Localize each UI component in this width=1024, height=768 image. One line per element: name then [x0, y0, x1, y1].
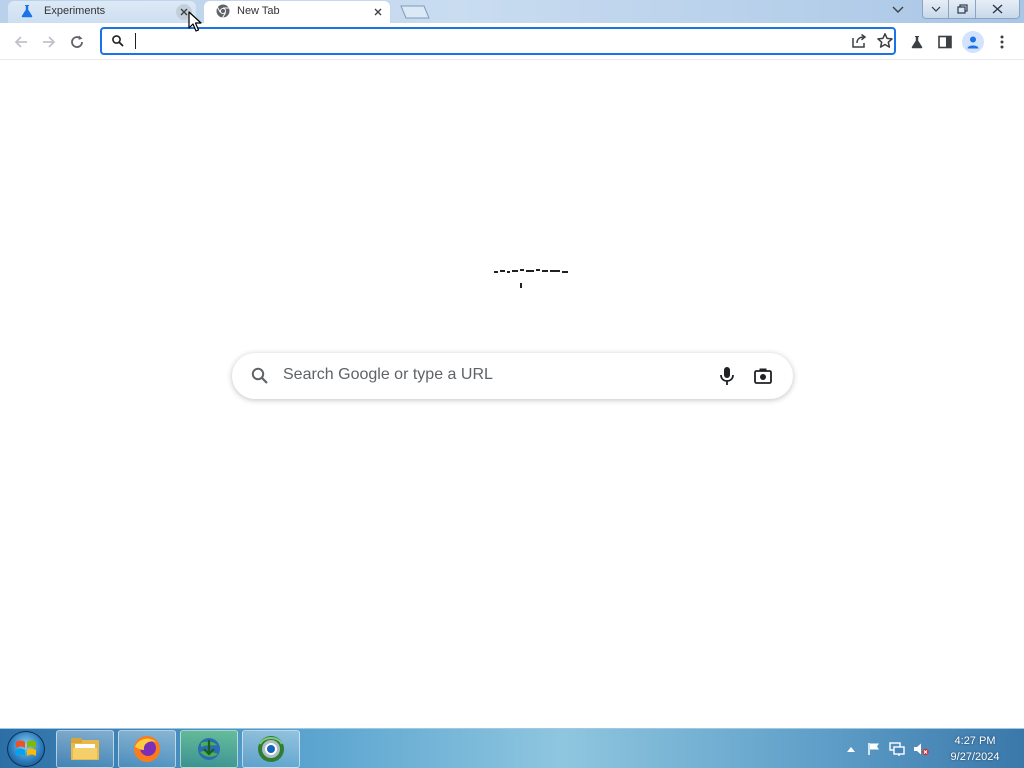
minimize-button[interactable] [922, 0, 949, 19]
tab-new-tab[interactable]: New Tab [204, 1, 390, 23]
browser-toolbar [0, 23, 1024, 60]
show-hidden-icons-icon [847, 747, 855, 752]
tab-title: Experiments [44, 5, 106, 17]
profile-button[interactable] [962, 31, 984, 53]
close-window-button[interactable] [976, 0, 1020, 19]
close-icon [992, 4, 1003, 14]
side-panel-button[interactable] [934, 31, 956, 53]
arrow-left-icon [14, 36, 27, 48]
reload-icon [71, 35, 83, 48]
clock-time: 4:27 PM [954, 735, 996, 747]
bookmark-star-icon[interactable] [876, 32, 894, 50]
new-tab-button[interactable] [400, 5, 430, 19]
profile-avatar-icon [967, 36, 979, 49]
windows-logo-icon [16, 740, 36, 756]
microphone-icon[interactable] [716, 365, 738, 387]
system-clock[interactable]: 4:27 PM 9/27/2024 [940, 733, 1010, 765]
experiments-button[interactable] [906, 31, 928, 53]
tab-experiments[interactable]: Experiments [8, 1, 196, 23]
volume-tray[interactable] [913, 741, 929, 757]
forward-button[interactable] [38, 31, 60, 53]
address-input[interactable] [134, 31, 834, 51]
beaker-icon [21, 5, 33, 18]
google-logo-loading [494, 269, 568, 288]
side-panel-icon [938, 35, 952, 49]
google-search-box[interactable]: Search Google or type a URL [232, 353, 793, 399]
tab-strip: Experiments New Tab [0, 0, 1024, 23]
network-tray[interactable] [889, 741, 905, 757]
action-center-flag-icon [868, 743, 879, 755]
taskbar-app-file-explorer[interactable] [56, 730, 114, 768]
chevron-down-icon [892, 6, 904, 13]
share-icon[interactable] [850, 32, 868, 50]
firefox-icon [134, 736, 160, 762]
chrome-icon [216, 4, 230, 18]
internet-download-manager-icon [198, 738, 220, 760]
restore-button[interactable] [949, 0, 976, 19]
arrow-right-icon [43, 36, 56, 48]
chrome-menu-button[interactable] [991, 31, 1013, 53]
beaker-icon [911, 36, 923, 49]
new-tab-page: Search Google or type a URL [0, 61, 1024, 728]
camera-search-icon[interactable] [752, 365, 774, 387]
volume-muted-icon [914, 743, 929, 756]
chrome-alt-icon [258, 736, 284, 762]
back-button[interactable] [10, 31, 32, 53]
action-center-tray[interactable] [866, 741, 882, 757]
tab-title: New Tab [237, 5, 280, 17]
tab-search-button[interactable] [888, 0, 908, 19]
search-icon [251, 367, 268, 384]
close-tab-icon[interactable] [370, 4, 386, 20]
address-bar[interactable] [100, 27, 896, 55]
windows-taskbar: 4:27 PM 9/27/2024 [0, 728, 1024, 768]
reload-button[interactable] [66, 31, 88, 53]
search-icon [112, 35, 124, 47]
start-button[interactable] [7, 731, 45, 767]
network-icon [889, 742, 905, 756]
clock-date: 9/27/2024 [950, 751, 1000, 763]
taskbar-app-download-manager[interactable] [180, 730, 238, 768]
text-cursor [135, 33, 136, 49]
taskbar-app-chrome[interactable] [242, 730, 300, 768]
minimize-icon [931, 6, 940, 12]
file-explorer-icon [71, 738, 99, 760]
restore-icon [956, 4, 968, 14]
taskbar-app-firefox[interactable] [118, 730, 176, 768]
search-placeholder: Search Google or type a URL [283, 366, 493, 383]
show-hidden-icons-button[interactable] [843, 741, 859, 757]
mouse-pointer-icon [188, 11, 202, 32]
kebab-menu-icon [1000, 35, 1004, 49]
